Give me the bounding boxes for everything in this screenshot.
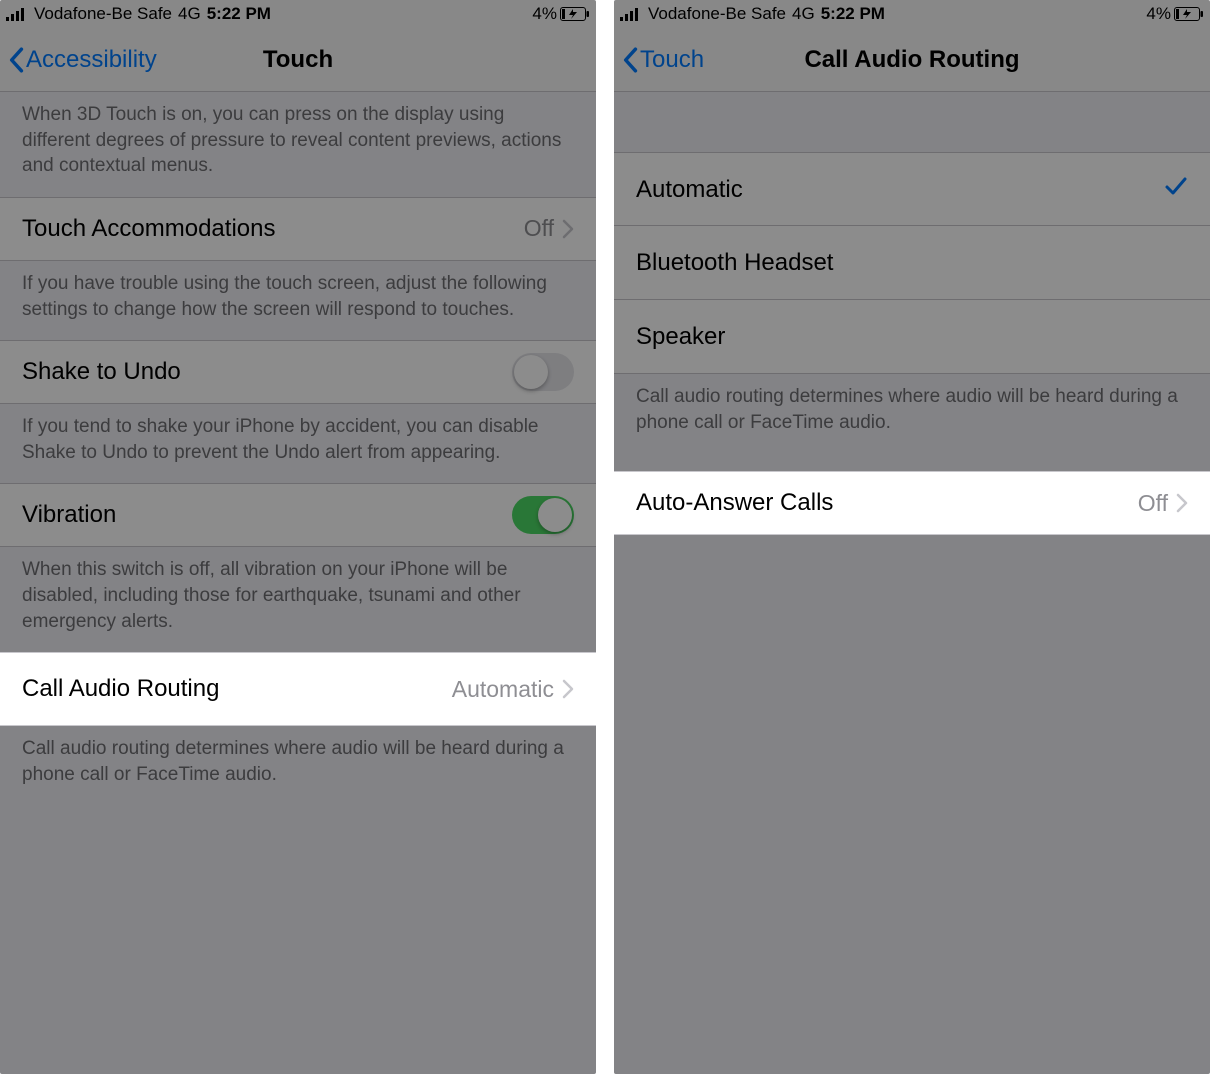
- shake-to-undo-label: Shake to Undo: [22, 358, 512, 386]
- back-button[interactable]: Touch: [622, 46, 704, 74]
- battery-percent: 4%: [1146, 4, 1171, 24]
- shake-to-undo-toggle[interactable]: [512, 353, 574, 391]
- auto-answer-value: Off: [1138, 490, 1168, 517]
- status-bar: Vodafone-Be Safe 4G 5:22 PM 4%: [614, 0, 1210, 28]
- chevron-right-icon: [1176, 493, 1188, 513]
- checkmark-icon: [1164, 175, 1188, 204]
- back-label: Touch: [640, 46, 704, 74]
- vibration-label: Vibration: [22, 501, 512, 529]
- auto-answer-calls-cell[interactable]: Auto-Answer Calls Off: [614, 471, 1210, 535]
- clock-time: 5:22 PM: [207, 4, 271, 24]
- touch-accommodations-cell[interactable]: Touch Accommodations Off: [0, 197, 596, 261]
- vibration-toggle[interactable]: [512, 496, 574, 534]
- carrier-label: Vodafone-Be Safe: [34, 4, 172, 24]
- chevron-right-icon: [562, 219, 574, 239]
- shake-footer: If you tend to shake your iPhone by acci…: [0, 404, 596, 483]
- option-label: Bluetooth Headset: [636, 249, 1188, 277]
- vibration-cell[interactable]: Vibration: [0, 483, 596, 547]
- touch-accommodations-value: Off: [524, 215, 554, 242]
- settings-list: Automatic Bluetooth Headset Speaker Call…: [614, 92, 1210, 535]
- call-audio-routing-label: Call Audio Routing: [22, 675, 452, 703]
- touch3d-footer: When 3D Touch is on, you can press on th…: [0, 92, 596, 197]
- option-label: Speaker: [636, 323, 1188, 351]
- routing-option-bluetooth[interactable]: Bluetooth Headset: [614, 226, 1210, 300]
- screen-call-audio-routing: Vodafone-Be Safe 4G 5:22 PM 4% Touch Cal…: [614, 0, 1210, 1074]
- auto-answer-label: Auto-Answer Calls: [636, 489, 1138, 517]
- routing-option-speaker[interactable]: Speaker: [614, 300, 1210, 374]
- touch-accommodations-label: Touch Accommodations: [22, 215, 524, 243]
- option-label: Automatic: [636, 176, 1164, 204]
- settings-list: When 3D Touch is on, you can press on th…: [0, 92, 596, 806]
- shake-to-undo-cell[interactable]: Shake to Undo: [0, 340, 596, 404]
- call-audio-routing-cell[interactable]: Call Audio Routing Automatic: [0, 652, 596, 726]
- vibration-footer: When this switch is off, all vibration o…: [0, 547, 596, 652]
- clock-time: 5:22 PM: [821, 4, 885, 24]
- nav-bar: Accessibility Touch: [0, 28, 596, 92]
- cellular-signal-icon: [620, 7, 642, 21]
- status-bar: Vodafone-Be Safe 4G 5:22 PM 4%: [0, 0, 596, 28]
- battery-percent: 4%: [532, 4, 557, 24]
- battery-indicator: 4%: [532, 4, 590, 24]
- nav-bar: Touch Call Audio Routing: [614, 28, 1210, 92]
- cellular-signal-icon: [6, 7, 28, 21]
- touch-accommodations-footer: If you have trouble using the touch scre…: [0, 261, 596, 340]
- routing-option-automatic[interactable]: Automatic: [614, 152, 1210, 226]
- carrier-label: Vodafone-Be Safe: [648, 4, 786, 24]
- network-label: 4G: [178, 4, 201, 24]
- back-button[interactable]: Accessibility: [8, 46, 157, 74]
- network-label: 4G: [792, 4, 815, 24]
- call-audio-routing-value: Automatic: [452, 676, 554, 703]
- back-label: Accessibility: [26, 46, 157, 74]
- routing-footer: Call audio routing determines where audi…: [614, 374, 1210, 453]
- chevron-right-icon: [562, 679, 574, 699]
- call-audio-footer: Call audio routing determines where audi…: [0, 726, 596, 805]
- screen-touch-settings: Vodafone-Be Safe 4G 5:22 PM 4% Accessibi…: [0, 0, 596, 1074]
- battery-indicator: 4%: [1146, 4, 1204, 24]
